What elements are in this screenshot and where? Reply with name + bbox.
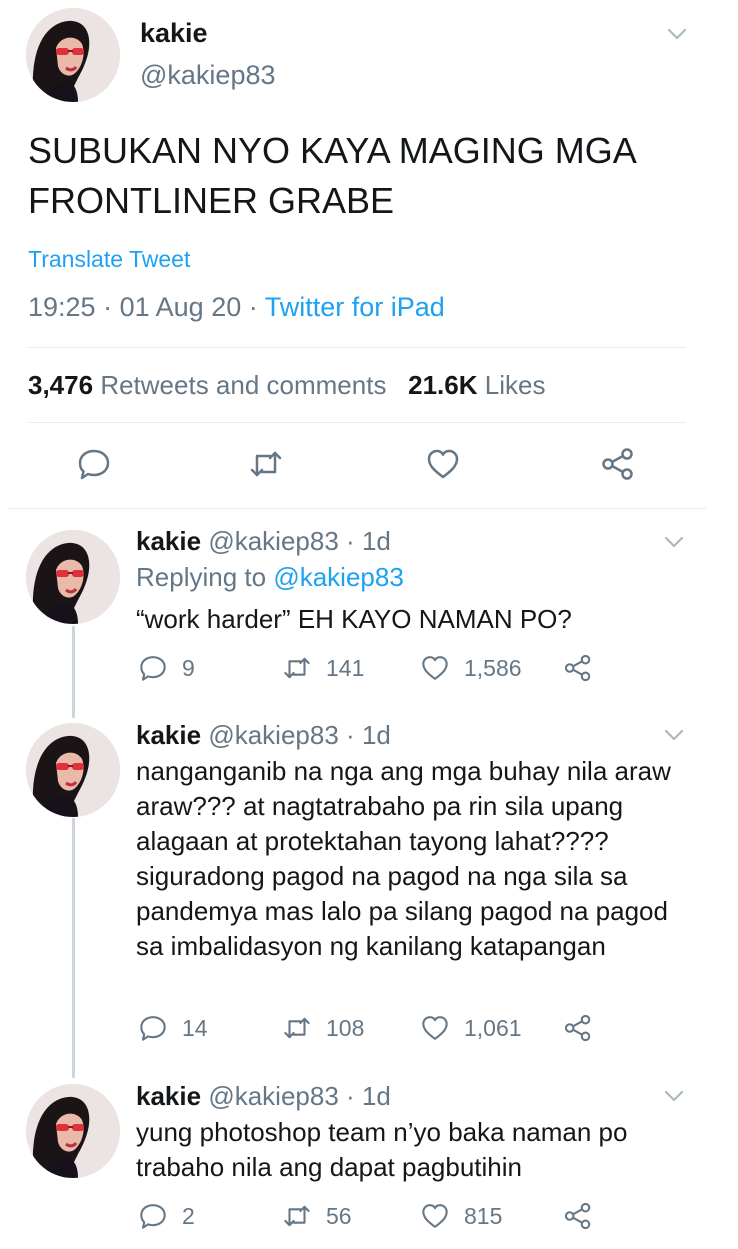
replying-label: Replying to	[136, 562, 267, 592]
comment-icon[interactable]	[76, 446, 112, 482]
retweets-count: 3,476	[28, 370, 94, 400]
reply-author-handle[interactable]: @kakiep83	[208, 720, 338, 750]
avatar[interactable]	[26, 1084, 120, 1178]
translate-tweet-link[interactable]: Translate Tweet	[28, 246, 190, 273]
thread-line	[72, 818, 75, 1078]
like-count: 815	[464, 1202, 503, 1229]
reply-comment-action[interactable]: 2	[138, 1201, 195, 1231]
reply-share-action[interactable]	[563, 1201, 593, 1231]
reply-comment-action[interactable]: 9	[138, 653, 195, 683]
retweet-count: 141	[326, 654, 365, 681]
avatar[interactable]	[26, 723, 120, 817]
reply-header: kakie @kakiep83 · 1d	[136, 526, 391, 557]
comment-count: 9	[182, 654, 195, 681]
reply-text: yung photoshop team n’yo baka naman po t…	[136, 1117, 628, 1182]
reply-time: 1d	[361, 526, 391, 556]
meta-separator: ·	[346, 720, 355, 750]
avatar-image	[26, 8, 120, 102]
reply-like-action[interactable]: 815	[420, 1201, 502, 1231]
reply-time: 1d	[361, 720, 391, 750]
divider	[28, 347, 686, 348]
likes-label: Likes	[484, 370, 546, 400]
reply-header: kakie @kakiep83 · 1d	[136, 1081, 391, 1112]
reply-author-name[interactable]: kakie	[136, 526, 201, 556]
replying-to: Replying to @kakiep83	[136, 562, 404, 593]
meta-separator: ·	[248, 292, 258, 322]
reply-author-handle[interactable]: @kakiep83	[208, 526, 338, 556]
reply-share-action[interactable]	[563, 653, 593, 683]
heart-icon	[420, 1201, 450, 1231]
reply-retweet-action[interactable]: 108	[282, 1013, 364, 1043]
retweet-icon	[282, 1201, 312, 1231]
likes-count: 21.6K	[408, 370, 478, 400]
reply-text: “work harder” EH KAYO NAMAN PO?	[136, 604, 572, 634]
retweets-label: Retweets and comments	[100, 370, 387, 400]
reply-share-action[interactable]	[563, 1013, 593, 1043]
reply-author-name[interactable]: kakie	[136, 720, 201, 750]
reply-author-name[interactable]: kakie	[136, 1081, 201, 1111]
retweet-count: 56	[326, 1202, 352, 1229]
comment-count: 2	[182, 1202, 195, 1229]
avatar[interactable]	[26, 530, 120, 624]
divider	[8, 508, 706, 509]
avatar-image	[26, 723, 120, 817]
tweet-stats: 3,476 Retweets and comments 21.6K Likes	[28, 370, 545, 401]
tweet-meta: 19:25 · 01 Aug 20 · Twitter for iPad	[28, 292, 445, 323]
reply-header: kakie @kakiep83 · 1d	[136, 720, 391, 751]
author-name[interactable]: kakie	[140, 18, 208, 49]
reply-retweet-action[interactable]: 56	[282, 1201, 352, 1231]
thread-line	[72, 626, 75, 718]
reply-like-action[interactable]: 1,061	[420, 1013, 522, 1043]
comment-icon	[138, 1013, 168, 1043]
heart-icon	[420, 1013, 450, 1043]
meta-separator: ·	[346, 526, 355, 556]
heart-icon	[420, 653, 450, 683]
meta-separator: ·	[346, 1081, 355, 1111]
retweet-count: 108	[326, 1014, 365, 1041]
chevron-down-icon[interactable]	[662, 530, 686, 554]
likes-stat[interactable]: 21.6K Likes	[408, 370, 545, 400]
author-handle[interactable]: @kakiep83	[140, 60, 276, 91]
retweets-stat[interactable]: 3,476 Retweets and comments	[28, 370, 386, 400]
retweet-icon	[282, 653, 312, 683]
like-count: 1,061	[464, 1014, 522, 1041]
share-icon[interactable]	[600, 446, 636, 482]
heart-icon[interactable]	[425, 446, 461, 482]
like-count: 1,586	[464, 654, 522, 681]
reply-text: nanganganib na nga ang mga buhay nila ar…	[136, 756, 671, 961]
tweet-time: 19:25	[28, 292, 96, 322]
tweet-source-link[interactable]: Twitter for iPad	[265, 292, 445, 322]
retweet-icon	[282, 1013, 312, 1043]
reply-like-action[interactable]: 1,586	[420, 653, 522, 683]
comment-icon	[138, 1201, 168, 1231]
divider	[28, 422, 686, 423]
reply-time: 1d	[361, 1081, 391, 1111]
tweet-text: SUBUKAN NYO KAYA MAGING MGA FRONTLINER G…	[28, 130, 635, 221]
replying-to-link[interactable]: @kakiep83	[273, 562, 403, 592]
reply-comment-action[interactable]: 14	[138, 1013, 208, 1043]
chevron-down-icon[interactable]	[665, 22, 689, 46]
avatar-image	[26, 530, 120, 624]
comment-count: 14	[182, 1014, 208, 1041]
reply-retweet-action[interactable]: 141	[282, 653, 364, 683]
share-icon	[563, 653, 593, 683]
tweet-date: 01 Aug 20	[119, 292, 242, 322]
meta-separator: ·	[103, 292, 113, 322]
avatar[interactable]	[26, 8, 120, 102]
chevron-down-icon[interactable]	[662, 1084, 686, 1108]
share-icon	[563, 1201, 593, 1231]
chevron-down-icon[interactable]	[662, 723, 686, 747]
reply-author-handle[interactable]: @kakiep83	[208, 1081, 338, 1111]
avatar-image	[26, 1084, 120, 1178]
share-icon	[563, 1013, 593, 1043]
comment-icon	[138, 653, 168, 683]
retweet-icon[interactable]	[248, 446, 284, 482]
